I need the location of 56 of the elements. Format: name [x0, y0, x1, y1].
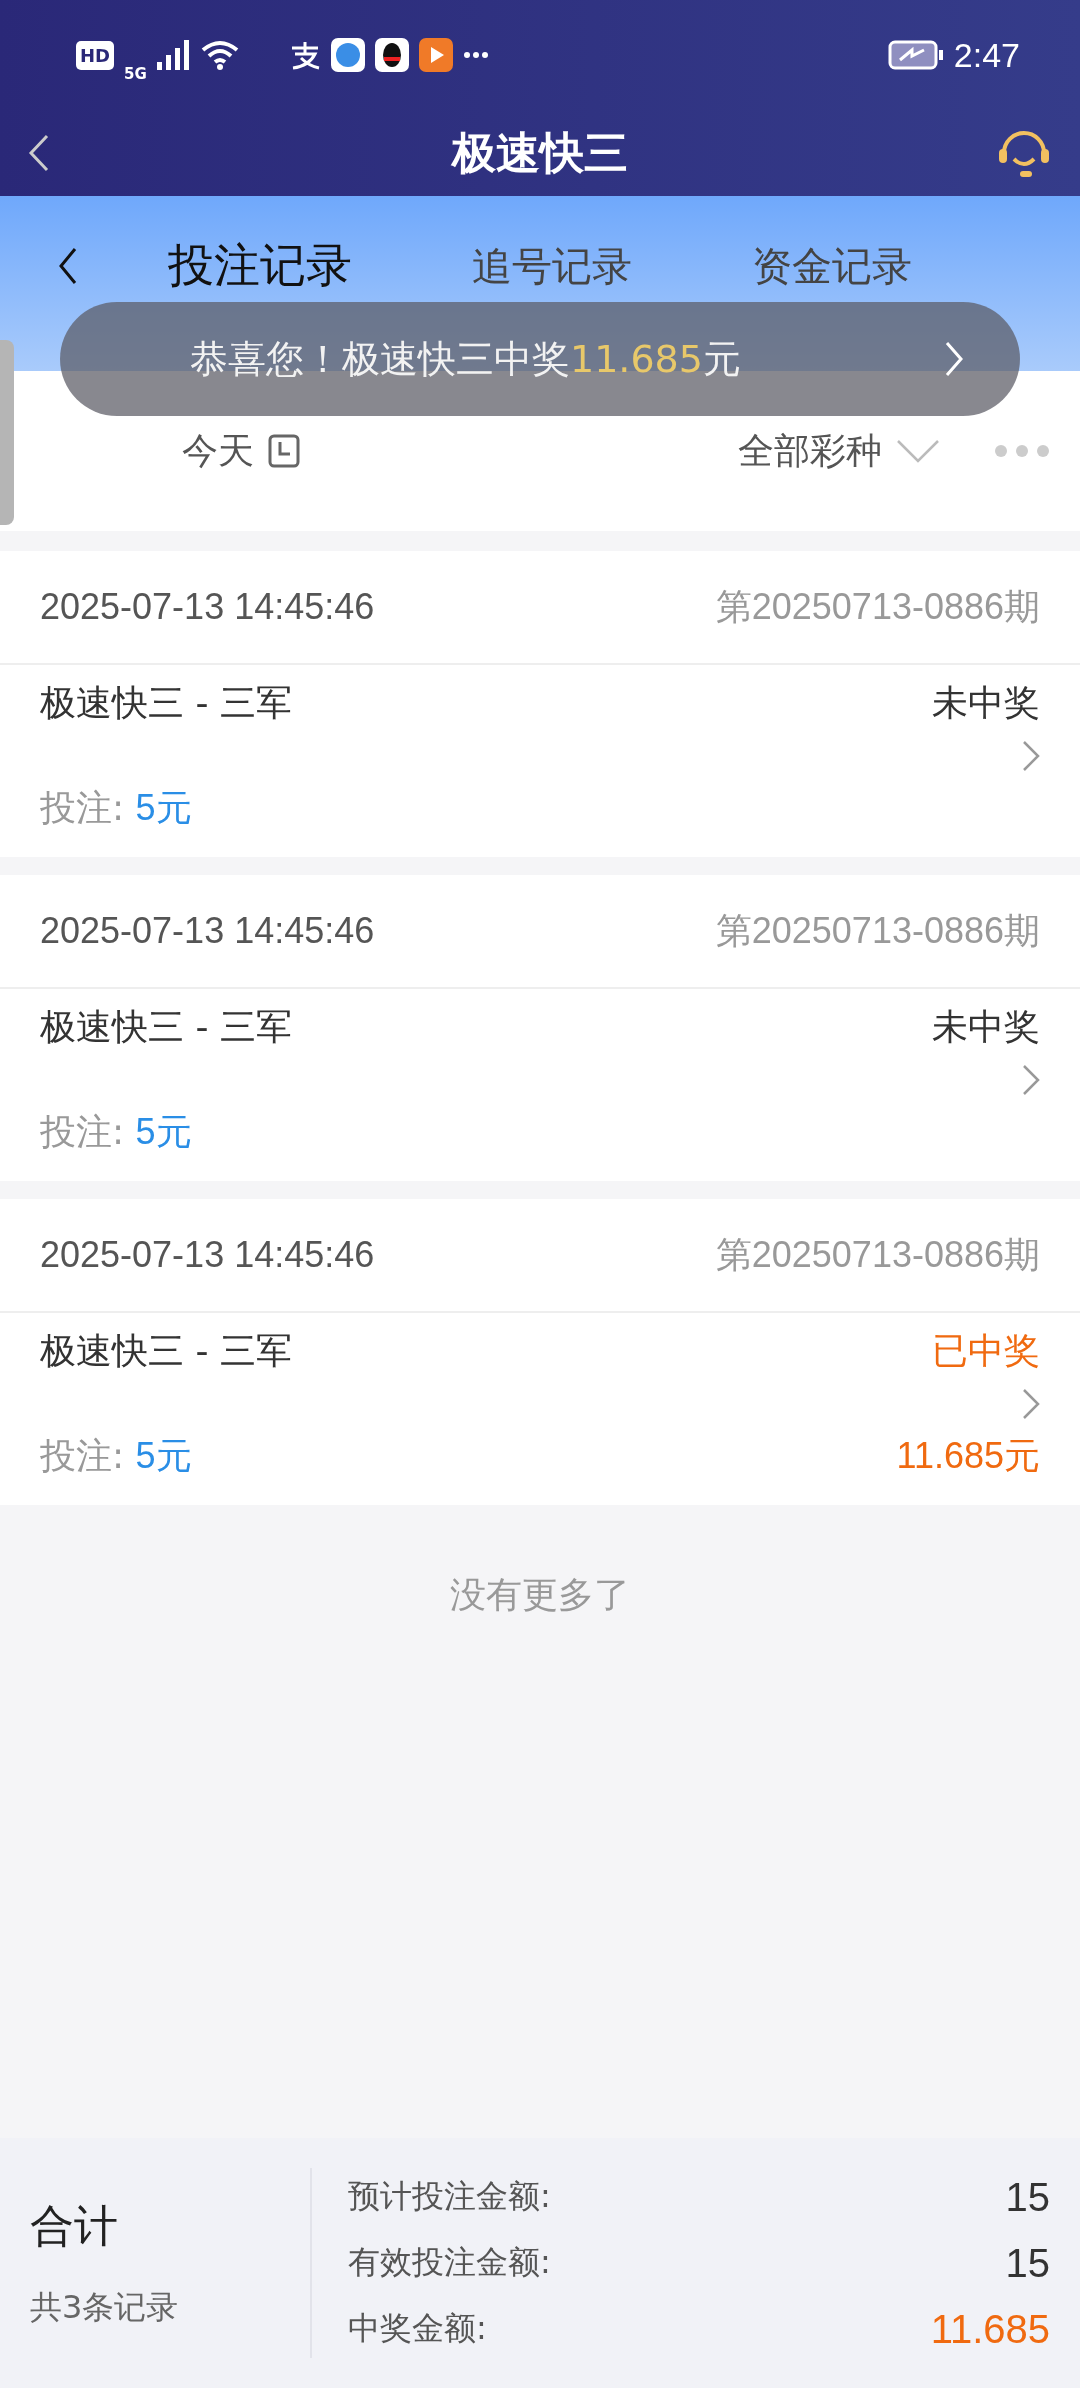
summary-value: 15: [1005, 2174, 1050, 2220]
lottery-filter[interactable]: 全部彩种: [738, 426, 882, 476]
battery-charging-icon: [887, 40, 944, 70]
tab[interactable]: 资金记录: [752, 238, 912, 294]
bet-amount: 5元: [135, 1435, 192, 1476]
summary-label: 有效投注金额:: [348, 2242, 551, 2283]
wifi-icon: [200, 40, 239, 70]
win-message: 恭喜您！极速快三中奖11.685元: [190, 335, 741, 383]
result-status: 未中奖: [932, 1005, 1040, 1049]
back-icon[interactable]: [58, 247, 78, 285]
browser-app-icon: [330, 38, 365, 72]
end-of-list-text: 没有更多了: [450, 1573, 630, 1617]
clock-icon[interactable]: [268, 434, 300, 468]
tab[interactable]: 投注记录: [168, 235, 352, 297]
side-handle[interactable]: [0, 340, 14, 525]
chevron-right-icon[interactable]: [1022, 1064, 1040, 1096]
bet-amount: 5元: [135, 1111, 192, 1152]
network-label: 5G: [124, 65, 147, 83]
summary-title: 合计: [30, 2198, 119, 2253]
summary-value: 15: [1005, 2240, 1050, 2286]
record-card[interactable]: 2025-07-13 14:45:46 第20250713-0886期 极速快三 - 三军 已中奖 投注: 5元 11.685元: [0, 1199, 1080, 1505]
bet-label: 投注:: [40, 1111, 125, 1152]
chevron-right-icon[interactable]: [1022, 1388, 1040, 1420]
more-notifications-icon: [462, 51, 489, 59]
summary-label: 中奖金额:: [348, 2308, 487, 2349]
issue-number: 第20250713-0886期: [715, 1232, 1040, 1277]
record-count: 共3条记录: [30, 2286, 180, 2328]
chevron-down-icon[interactable]: [896, 439, 940, 463]
game-name: 极速快三 - 三军: [40, 1005, 292, 1049]
status-time: 2:47: [953, 35, 1020, 75]
game-name: 极速快三 - 三军: [40, 681, 292, 725]
issue-number: 第20250713-0886期: [715, 908, 1040, 953]
page-title: 极速快三: [452, 125, 628, 180]
bet-label: 投注:: [40, 787, 125, 828]
signal-icon: [156, 40, 191, 70]
record-card[interactable]: 2025-07-13 14:45:46 第20250713-0886期 极速快三 - 三军 未中奖 投注: 5元: [0, 875, 1080, 1181]
win-notification[interactable]: 恭喜您！极速快三中奖11.685元: [60, 302, 1020, 416]
prize-amount: 11.685元: [896, 1434, 1040, 1478]
record-time: 2025-07-13 14:45:46: [40, 910, 375, 952]
more-icon[interactable]: [994, 444, 1050, 458]
video-app-icon: [418, 38, 453, 72]
chevron-right-icon[interactable]: [1022, 740, 1040, 772]
issue-number: 第20250713-0886期: [715, 584, 1040, 629]
result-status: 已中奖: [932, 1329, 1040, 1373]
game-name: 极速快三 - 三军: [40, 1329, 292, 1373]
summary-label: 预计投注金额:: [348, 2176, 551, 2217]
date-filter[interactable]: 今天: [182, 426, 254, 476]
record-time: 2025-07-13 14:45:46: [40, 1234, 375, 1276]
record-time: 2025-07-13 14:45:46: [40, 586, 375, 628]
summary-value: 11.685: [930, 2306, 1050, 2352]
bet-amount: 5元: [135, 787, 192, 828]
tab[interactable]: 追号记录: [472, 238, 632, 294]
record-card[interactable]: 2025-07-13 14:45:46 第20250713-0886期 极速快三 - 三军 未中奖 投注: 5元: [0, 551, 1080, 857]
result-status: 未中奖: [932, 681, 1040, 725]
bet-label: 投注:: [40, 1435, 125, 1476]
hd-indicator: HD: [76, 40, 114, 70]
